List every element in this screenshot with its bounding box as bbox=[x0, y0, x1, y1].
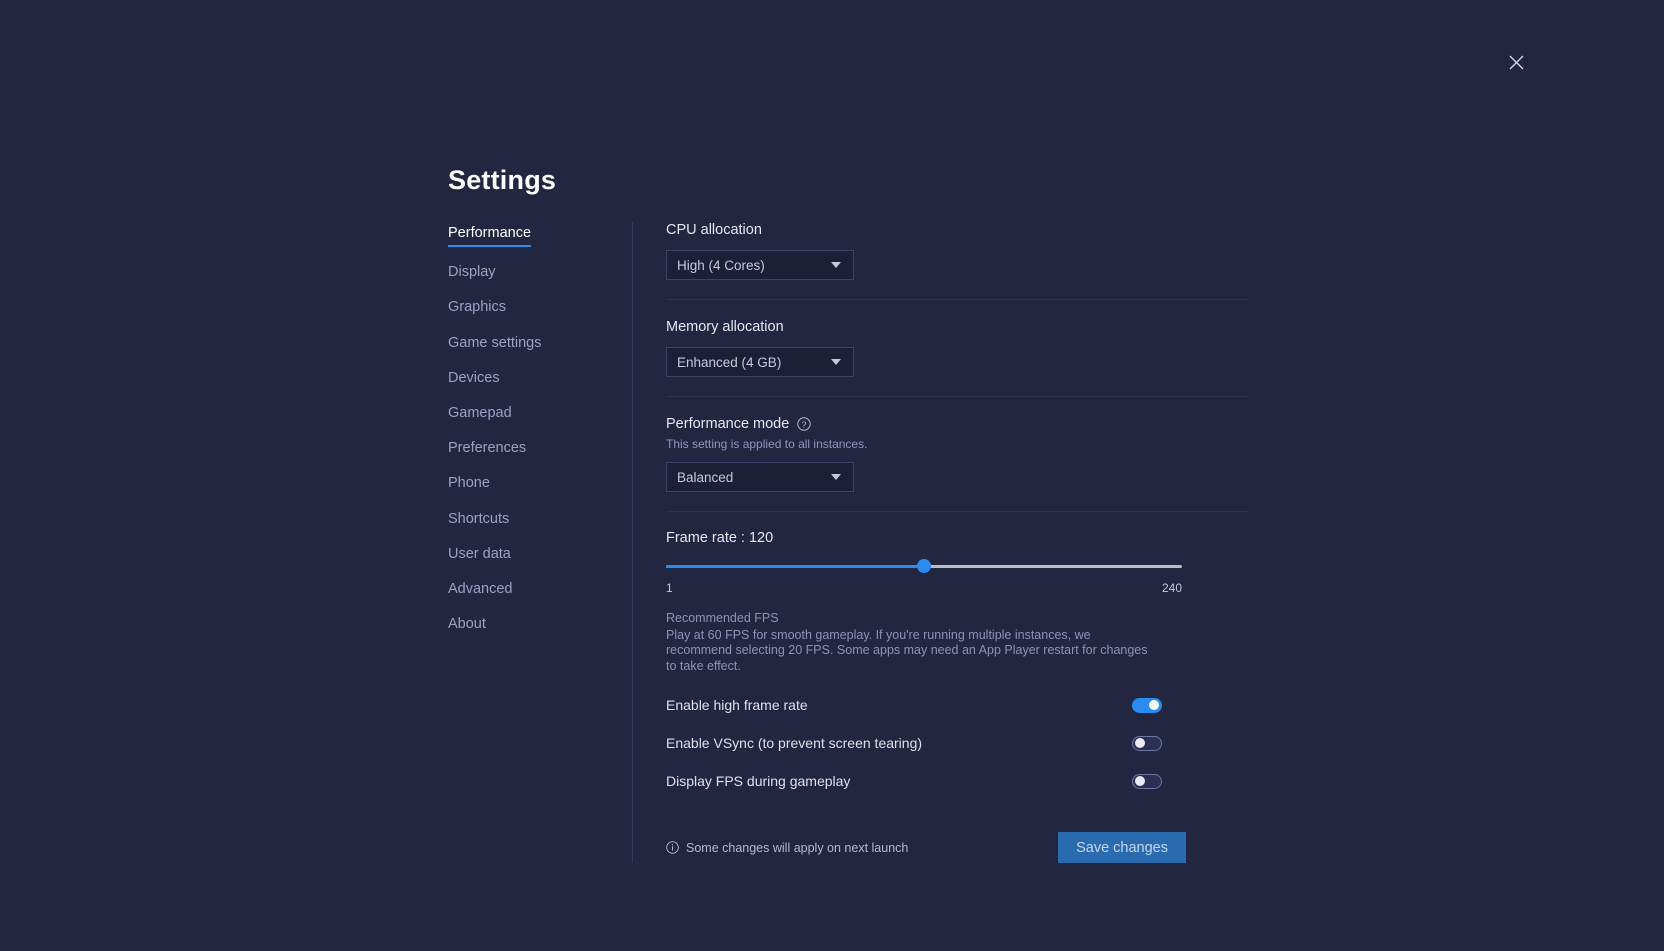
cpu-allocation-value: High (4 Cores) bbox=[677, 258, 765, 273]
toggle-row-vsync: Enable VSync (to prevent screen tearing) bbox=[666, 730, 1162, 756]
sidebar-item-graphics[interactable]: Graphics bbox=[448, 299, 506, 317]
section-performance-mode: Performance mode ? This setting is appli… bbox=[666, 397, 1248, 512]
frame-rate-slider-thumb[interactable] bbox=[917, 559, 931, 573]
settings-content: CPU allocation High (4 Cores) Memory all… bbox=[633, 222, 1248, 863]
frame-rate-slider[interactable] bbox=[666, 559, 1182, 573]
toggle-label-high-frame-rate: Enable high frame rate bbox=[666, 697, 808, 713]
recommended-fps-text: Play at 60 FPS for smooth gameplay. If y… bbox=[666, 628, 1158, 674]
memory-allocation-select[interactable]: Enhanced (4 GB) bbox=[666, 347, 854, 377]
info-circle-icon bbox=[666, 841, 679, 854]
save-changes-button[interactable]: Save changes bbox=[1058, 832, 1186, 863]
frame-rate-max-label: 240 bbox=[1162, 581, 1182, 595]
performance-mode-label: Performance mode ? bbox=[666, 416, 1248, 432]
sidebar: Performance Display Graphics Game settin… bbox=[448, 222, 632, 650]
performance-mode-select[interactable]: Balanced bbox=[666, 462, 854, 492]
sidebar-item-gamepad[interactable]: Gamepad bbox=[448, 405, 512, 423]
toggle-label-display-fps: Display FPS during gameplay bbox=[666, 773, 850, 789]
performance-mode-sublabel: This setting is applied to all instances… bbox=[666, 437, 1248, 451]
section-frame-rate: Frame rate : 120 1 240 Recommended FPS P… bbox=[666, 512, 1248, 674]
toggle-knob bbox=[1135, 738, 1145, 748]
footer-note: Some changes will apply on next launch bbox=[666, 841, 908, 855]
settings-window: Settings Performance Display Graphics Ga… bbox=[0, 0, 1664, 951]
cpu-allocation-select[interactable]: High (4 Cores) bbox=[666, 250, 854, 280]
toggle-list: Enable high frame rate Enable VSync (to … bbox=[666, 692, 1248, 794]
sidebar-item-shortcuts[interactable]: Shortcuts bbox=[448, 511, 509, 529]
settings-body: Performance Display Graphics Game settin… bbox=[448, 222, 1248, 863]
footer-note-text: Some changes will apply on next launch bbox=[686, 841, 908, 855]
section-memory-allocation: Memory allocation Enhanced (4 GB) bbox=[666, 300, 1248, 397]
chevron-down-icon bbox=[831, 262, 841, 268]
memory-allocation-label: Memory allocation bbox=[666, 319, 1248, 335]
section-cpu-allocation: CPU allocation High (4 Cores) bbox=[666, 222, 1248, 300]
performance-mode-label-text: Performance mode bbox=[666, 416, 789, 432]
chevron-down-icon bbox=[831, 359, 841, 365]
cpu-allocation-label: CPU allocation bbox=[666, 222, 1248, 238]
performance-mode-value: Balanced bbox=[677, 470, 733, 485]
sidebar-item-user-data[interactable]: User data bbox=[448, 546, 511, 564]
frame-rate-range-labels: 1 240 bbox=[666, 581, 1182, 595]
frame-rate-min-label: 1 bbox=[666, 581, 673, 595]
frame-rate-label: Frame rate : 120 bbox=[666, 530, 1248, 546]
sidebar-item-devices[interactable]: Devices bbox=[448, 370, 500, 388]
sidebar-item-performance[interactable]: Performance bbox=[448, 225, 531, 247]
sidebar-item-game-settings[interactable]: Game settings bbox=[448, 335, 542, 353]
toggle-label-vsync: Enable VSync (to prevent screen tearing) bbox=[666, 735, 922, 751]
toggle-knob bbox=[1135, 776, 1145, 786]
toggle-high-frame-rate[interactable] bbox=[1132, 698, 1162, 713]
toggle-row-high-frame-rate: Enable high frame rate bbox=[666, 692, 1162, 718]
chevron-down-icon bbox=[831, 474, 841, 480]
toggle-vsync[interactable] bbox=[1132, 736, 1162, 751]
toggle-display-fps[interactable] bbox=[1132, 774, 1162, 789]
page-title: Settings bbox=[448, 165, 556, 196]
close-icon[interactable] bbox=[1504, 50, 1528, 74]
sidebar-item-preferences[interactable]: Preferences bbox=[448, 440, 526, 458]
sidebar-item-advanced[interactable]: Advanced bbox=[448, 581, 513, 599]
sidebar-item-phone[interactable]: Phone bbox=[448, 475, 490, 493]
toggle-knob bbox=[1149, 700, 1159, 710]
sidebar-item-display[interactable]: Display bbox=[448, 264, 496, 282]
sidebar-item-about[interactable]: About bbox=[448, 616, 486, 634]
svg-text:?: ? bbox=[802, 419, 807, 429]
frame-rate-slider-fill bbox=[666, 565, 924, 568]
toggle-row-display-fps: Display FPS during gameplay bbox=[666, 768, 1162, 794]
memory-allocation-value: Enhanced (4 GB) bbox=[677, 355, 781, 370]
recommended-fps-title: Recommended FPS bbox=[666, 611, 1248, 625]
settings-footer: Some changes will apply on next launch S… bbox=[666, 832, 1186, 863]
help-circle-icon[interactable]: ? bbox=[797, 417, 811, 431]
